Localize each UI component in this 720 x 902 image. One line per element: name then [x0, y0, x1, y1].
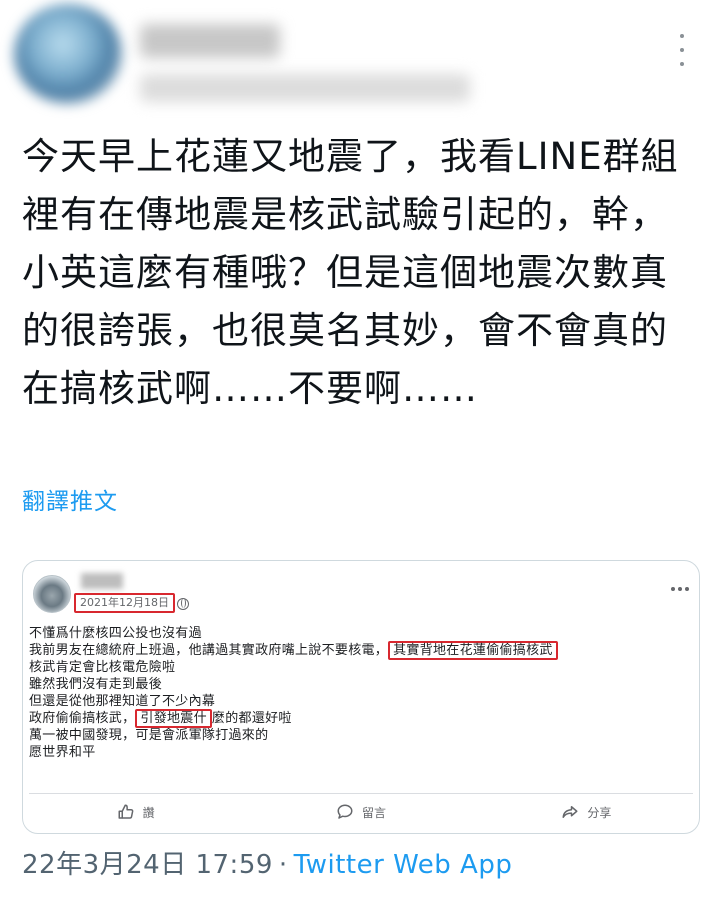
thumbs-up-icon [118, 804, 134, 819]
tweet-text: 今天早上花蓮又地震了，我看LINE群組裡有在傳地震是核武試驗引起的，幹，小英這麼… [22, 135, 679, 410]
embedded-post-line: 雖然我們沒有走到最後 [29, 677, 163, 692]
embedded-author-name [81, 573, 123, 589]
tweet-meta: 22年3月24日 17:59 · Twitter Web App [22, 844, 512, 881]
translate-tweet-link[interactable]: 翻譯推文 [22, 482, 118, 516]
embedded-like-action: 讚 [23, 797, 248, 827]
more-options-icon[interactable] [670, 30, 694, 70]
highlight-box: 引發地震什 [135, 709, 212, 728]
tweet-timestamp[interactable]: 22年3月24日 17:59 [22, 850, 273, 880]
embedded-post-line: 核武肯定會比核電危險啦 [29, 660, 176, 675]
embedded-more-icon [671, 587, 689, 591]
embedded-post-body: 不懂爲什麼核四公投也沒有過 我前男友在總統府上班過，他講過其實政府嘴上說不要核電… [29, 625, 693, 761]
embedded-post-line: 我前男友在總統府上班過，他講過其實政府嘴上說不要核電， 其實背地在花蓮偷偷搞核武 [29, 641, 693, 660]
author-name[interactable] [140, 24, 280, 58]
embedded-comment-action: 留言 [248, 797, 473, 827]
divider [29, 793, 693, 794]
share-arrow-icon [562, 806, 578, 818]
globe-icon [177, 598, 189, 610]
embedded-avatar [33, 575, 71, 613]
highlight-box: 其實背地在花蓮偷偷搞核武 [388, 641, 558, 660]
embedded-post-line: 不懂爲什麼核四公投也沒有過 [29, 626, 202, 641]
embedded-post-line: 但還是從他那裡知道了不少內幕 [29, 694, 216, 709]
embedded-post-line: 政府偷偷搞核武， 引發地震什 麼的都還好啦 [29, 709, 292, 728]
embedded-post-date: 2021年12月18日 [74, 593, 175, 613]
tweet-media-image[interactable]: 2021年12月18日 不懂爲什麼核四公投也沒有過 我前男友在總統府上班過，他講… [22, 560, 700, 834]
comment-icon [337, 804, 353, 819]
embedded-post-line: 愿世界和平 [29, 745, 96, 760]
embedded-share-action: 分享 [474, 797, 699, 827]
meta-separator: · [278, 850, 288, 880]
avatar[interactable] [14, 4, 122, 104]
tweet-source-link[interactable]: Twitter Web App [294, 850, 513, 880]
embedded-post-line: 萬一被中國發現，可是會派軍隊打過來的 [29, 728, 269, 743]
author-handle [140, 74, 470, 102]
embedded-action-bar: 讚 留言 分享 [23, 797, 699, 827]
